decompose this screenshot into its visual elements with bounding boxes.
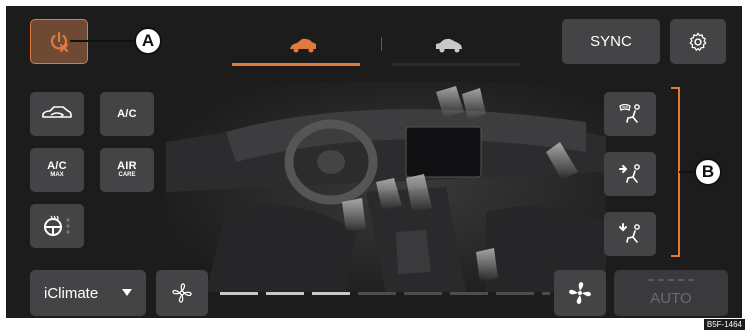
climate-off-icon [50, 31, 69, 52]
callout-a: A [134, 27, 162, 55]
callout-a-line [70, 40, 134, 42]
fan-speed-segment [220, 292, 258, 295]
fan-speed-segment [496, 292, 534, 295]
settings-gear-icon [689, 32, 707, 51]
air-care-button[interactable]: AIR CARE [100, 148, 154, 192]
fan-speed-bar[interactable] [218, 276, 552, 310]
sync-button[interactable]: SYNC [562, 19, 660, 64]
ac-label: A/C [117, 107, 137, 120]
windshield-airflow-button[interactable] [604, 92, 656, 136]
fan-speed-segment [450, 292, 488, 295]
figure-caption: B5F-1464 [703, 319, 745, 330]
windshield-airflow-icon [619, 103, 640, 123]
heated-steering-wheel-button[interactable] [30, 204, 84, 248]
fan-low-icon [172, 283, 192, 303]
callout-b: B [694, 158, 722, 186]
sync-label: SYNC [590, 33, 632, 50]
car-recirculation-icon [42, 106, 72, 118]
auto-button[interactable]: AUTO [614, 270, 728, 316]
car-rear-icon [436, 38, 462, 53]
air-care-sub-label: CARE [118, 172, 136, 178]
fan-speed-segment [542, 292, 550, 295]
heated-steering-wheel-icon [44, 215, 70, 236]
climate-mode-dropdown[interactable]: iClimate [30, 270, 146, 316]
fan-high-button[interactable] [554, 270, 606, 316]
ac-max-label: A/C [47, 160, 67, 172]
climate-screen: A SYNC A/C A/C MAX AIR CARE B iClimate A… [6, 6, 742, 318]
fan-speed-segment [358, 292, 396, 295]
fan-speed-segment [404, 292, 442, 295]
fan-speed-segment [312, 292, 350, 295]
settings-button[interactable] [670, 19, 726, 64]
footwell-airflow-icon [619, 223, 640, 243]
tab-front-underline [232, 63, 360, 66]
climate-mode-label: iClimate [44, 284, 99, 302]
tab-rear-car[interactable] [392, 30, 506, 60]
footwell-airflow-button[interactable] [604, 212, 656, 256]
auto-indicator [648, 279, 694, 284]
fan-speed-segment [266, 292, 304, 295]
tab-front-car[interactable] [246, 30, 360, 60]
car-interior-image [166, 82, 606, 292]
ac-button[interactable]: A/C [100, 92, 154, 136]
fan-low-button[interactable] [156, 270, 208, 316]
fan-high-icon [569, 282, 591, 304]
car-front-icon [290, 38, 316, 53]
recirculation-button[interactable] [30, 92, 84, 136]
ac-max-button[interactable]: A/C MAX [30, 148, 84, 192]
tab-rear-underline [392, 63, 520, 66]
tab-divider [381, 37, 382, 51]
upper-body-airflow-icon [619, 164, 640, 183]
ac-max-sub-label: MAX [50, 172, 64, 178]
chevron-down-icon [122, 289, 132, 296]
auto-label: AUTO [650, 290, 692, 307]
upper-body-airflow-button[interactable] [604, 152, 656, 196]
air-care-label: AIR [117, 160, 137, 172]
callout-b-line [679, 171, 695, 173]
